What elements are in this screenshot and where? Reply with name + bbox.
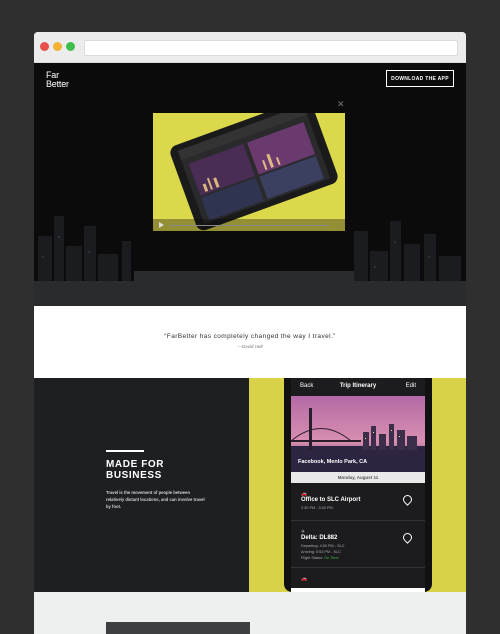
- feature-title: MADE FOR BUSINESS: [106, 459, 165, 481]
- feature-divider: [106, 450, 144, 452]
- map-pin-icon[interactable]: [401, 531, 414, 544]
- car-icon: 🚗: [301, 576, 308, 582]
- video-player[interactable]: [153, 113, 345, 231]
- close-window-button[interactable]: [40, 42, 49, 51]
- play-icon[interactable]: [159, 222, 164, 228]
- browser-chrome: [34, 32, 466, 63]
- flight-status-value: On Time: [324, 556, 339, 560]
- address-bar[interactable]: [84, 40, 458, 56]
- map-pin-icon[interactable]: [401, 493, 414, 506]
- farbetter-logo[interactable]: Far Better: [46, 71, 69, 89]
- hero-section: Far Better DOWNLOAD THE APP ✕: [34, 63, 466, 306]
- feature-description: Travel is the movement of people between…: [106, 490, 205, 509]
- phone-nav-bar: Back Trip Itinerary Edit: [291, 378, 425, 396]
- date-header: Monday, August 11: [291, 472, 425, 483]
- itinerary-departing: Departing: 4:50 PM - SLC: [301, 544, 345, 548]
- itinerary-list: 🚗 Office to SLC Airport 2:30 PM - 3:30 P…: [291, 483, 425, 588]
- phone-screen: Back Trip Itinerary Edit Facebook, Menlo…: [291, 378, 425, 592]
- itinerary-item-title: Delta: DL882: [301, 535, 338, 541]
- itinerary-item[interactable]: ✈ Delta: DL882 Departing: 4:50 PM - SLC …: [291, 521, 425, 568]
- flight-status: Flight Status: On Time: [301, 556, 339, 560]
- itinerary-arriving: Arriving: 5:53 PM - SLC: [301, 550, 341, 554]
- video-progress-bar[interactable]: [169, 225, 329, 226]
- video-controls: [153, 219, 345, 231]
- testimonial-author: —David Holt: [237, 344, 263, 349]
- itinerary-item-title: Office to SLC Airport: [301, 497, 361, 503]
- itinerary-item[interactable]: 🚗 Office to SLC Airport 2:30 PM - 3:30 P…: [291, 483, 425, 521]
- lower-image: [106, 622, 250, 634]
- maximize-window-button[interactable]: [66, 42, 75, 51]
- phone-app-illustration: [170, 113, 338, 231]
- testimonial-quote: “FarBetter has completely changed the wa…: [164, 333, 336, 340]
- download-app-button[interactable]: DOWNLOAD THE APP: [386, 70, 454, 87]
- phone-mockup: Back Trip Itinerary Edit Facebook, Menlo…: [284, 378, 432, 592]
- video-close-icon[interactable]: ✕: [337, 99, 345, 110]
- itinerary-item[interactable]: 🚗: [291, 568, 425, 588]
- itinerary-item-time: 2:30 PM - 3:30 PM: [301, 506, 333, 510]
- flight-status-label: Flight Status:: [301, 556, 324, 560]
- browser-window: Far Better DOWNLOAD THE APP ✕ “FarBetter…: [34, 32, 466, 634]
- location-label: Facebook, Menlo Park, CA: [298, 459, 368, 465]
- location-photo: Facebook, Menlo Park, CA: [291, 396, 425, 472]
- lower-section: [34, 592, 466, 634]
- testimonial-section: “FarBetter has completely changed the wa…: [34, 306, 466, 378]
- feature-section: MADE FOR BUSINESS Travel is the movement…: [34, 378, 466, 592]
- edit-button[interactable]: Edit: [406, 383, 416, 389]
- minimize-window-button[interactable]: [53, 42, 62, 51]
- logo-line-2: Better: [46, 79, 69, 89]
